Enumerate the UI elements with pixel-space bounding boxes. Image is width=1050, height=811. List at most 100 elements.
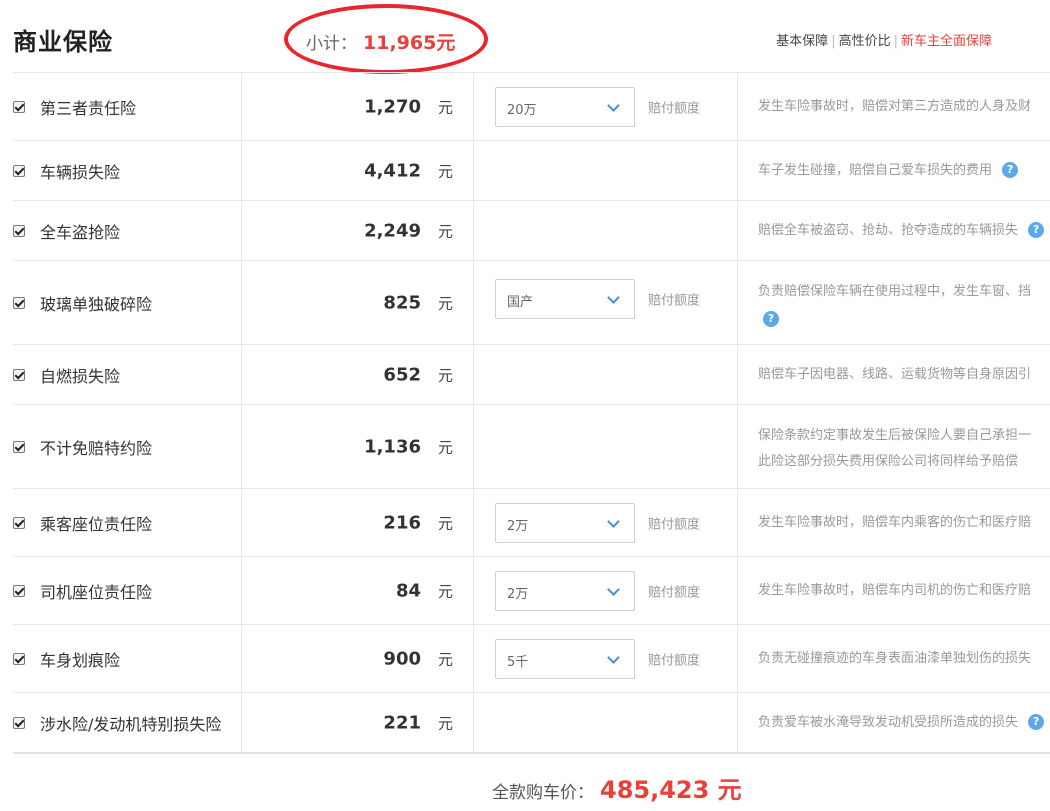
chevron-down-icon xyxy=(607,98,620,112)
grand-total-value: 485,423 元 xyxy=(600,776,742,804)
option-cell: 2万 赔付额度 xyxy=(474,489,738,556)
insurance-price: 84 xyxy=(395,580,421,601)
price-unit: 元 xyxy=(437,582,453,600)
insurance-row-self-ignition: 自燃损失险 652 元 赔偿车子因电器、线路、运载货物等自身原因引 xyxy=(13,345,1050,405)
option-cell xyxy=(474,141,738,200)
description-cell: 赔偿车子因电器、线路、运载货物等自身原因引 xyxy=(738,345,1050,404)
row-checkbox[interactable] xyxy=(13,368,25,381)
price-cell: 221 元 xyxy=(242,693,474,752)
help-icon[interactable]: ? xyxy=(1028,222,1045,238)
insurance-price: 652 xyxy=(383,364,421,385)
insurance-description: 负责无碰撞痕迹的车身表面油漆单独划伤的损失 xyxy=(758,650,1032,666)
insurance-price: 1,270 xyxy=(364,96,421,117)
description-cell: 发生车险事故时，赔偿车内司机的伤亡和医疗赔 xyxy=(738,557,1050,624)
row-checkbox[interactable] xyxy=(13,224,25,237)
row-checkbox[interactable] xyxy=(13,296,25,309)
insurance-price: 1,136 xyxy=(364,436,421,457)
row-checkbox[interactable] xyxy=(13,652,25,665)
insurance-name: 乘客座位责任险 xyxy=(40,514,153,534)
price-unit: 元 xyxy=(437,714,453,732)
price-unit: 元 xyxy=(437,366,453,384)
row-checkbox[interactable] xyxy=(13,440,25,453)
option-cell: 5千 赔付额度 xyxy=(474,625,738,692)
price-cell: 1,270 元 xyxy=(242,73,474,140)
insurance-description: 负责爱车被水淹导致发动机受损所造成的损失 xyxy=(758,714,1019,730)
price-cell: 652 元 xyxy=(242,345,474,404)
page-title: 商业保险 xyxy=(13,28,113,56)
price-unit: 元 xyxy=(437,294,453,312)
insurance-description-wrap: 赔偿全车被盗窃、抢劫、抢夺造成的车辆损失? xyxy=(758,218,1045,244)
insurance-row-third-party: 第三者责任险 1,270 元 20万 赔付额度 发生车险事故时，赔偿对第三方造成… xyxy=(13,73,1050,141)
coverage-label: 赔付额度 xyxy=(648,101,701,116)
insurance-name: 玻璃单独破碎险 xyxy=(40,294,153,314)
coverage-label: 赔付额度 xyxy=(648,517,701,532)
name-cell: 车辆损失险 xyxy=(13,141,242,200)
coverage-select[interactable]: 2万 xyxy=(495,502,635,543)
plan-full-link[interactable]: 新车主全面保障 xyxy=(901,34,992,49)
insurance-row-water-engine: 涉水险/发动机特别损失险 221 元 负责爱车被水淹导致发动机受损所造成的损失? xyxy=(13,693,1050,753)
coverage-label: 赔付额度 xyxy=(648,585,701,600)
row-checkbox[interactable] xyxy=(13,516,25,529)
row-checkbox[interactable] xyxy=(13,716,25,729)
plan-separator: | xyxy=(831,34,836,49)
help-icon[interactable]: ? xyxy=(1002,162,1019,178)
plan-basic-link[interactable]: 基本保障 xyxy=(776,34,828,49)
glass-type-select-value: 国产 xyxy=(507,294,534,310)
name-cell: 玻璃单独破碎险 xyxy=(13,261,242,344)
insurance-row-theft: 全车盗抢险 2,249 元 赔偿全车被盗窃、抢劫、抢夺造成的车辆损失? xyxy=(13,201,1050,261)
coverage-select-value: 2万 xyxy=(507,586,529,602)
grand-total: 全款购车价： 485,423 元 xyxy=(492,770,742,805)
description-cell: 负责无碰撞痕迹的车身表面油漆单独划伤的损失 xyxy=(738,625,1050,692)
name-cell: 第三者责任险 xyxy=(13,73,242,140)
insurance-price: 221 xyxy=(383,712,421,733)
description-cell: 发生车险事故时，赔偿对第三方造成的人身及财 xyxy=(738,73,1050,140)
insurance-name: 全车盗抢险 xyxy=(40,222,121,242)
chevron-down-icon xyxy=(607,582,620,596)
insurance-price: 2,249 xyxy=(364,220,421,241)
insurance-header: 商业保险 小计： 11,965元 基本保障 | 高性价比 | 新车主全面保障 xyxy=(0,0,1050,74)
price-unit: 元 xyxy=(437,222,453,240)
price-unit: 元 xyxy=(437,514,453,532)
name-cell: 涉水险/发动机特别损失险 xyxy=(13,693,242,752)
help-icon[interactable]: ? xyxy=(763,311,779,327)
insurance-row-deductible-waiver: 不计免赔特约险 1,136 元 保险条款约定事故发生后被保险人要自己承担一 此险… xyxy=(13,405,1050,489)
row-checkbox[interactable] xyxy=(13,164,25,177)
insurance-description: 赔偿车子因电器、线路、运载货物等自身原因引 xyxy=(758,366,1032,382)
insurance-description-wrap: 负责赔偿保险车辆在使用过程中，发生车窗、挡 ? xyxy=(758,279,1031,327)
price-cell: 216 元 xyxy=(242,489,474,556)
insurance-description-wrap: 保险条款约定事故发生后被保险人要自己承担一 此险这部分损失费用保险公司将同样给予… xyxy=(758,423,1031,475)
coverage-select-value: 5千 xyxy=(507,654,529,670)
description-cell: 车子发生碰撞，赔偿自己爱车损失的费用? xyxy=(738,141,1050,200)
plan-value-link[interactable]: 高性价比 xyxy=(839,34,891,49)
glass-type-select[interactable]: 国产 xyxy=(495,278,635,319)
option-cell: 国产 赔付额度 xyxy=(474,261,738,344)
price-cell: 2,249 元 xyxy=(242,201,474,260)
option-cell xyxy=(474,693,738,752)
insurance-description-line2: 此险这部分损失费用保险公司将同样给予赔偿 xyxy=(758,454,1019,469)
insurance-row-vehicle-damage: 车辆损失险 4,412 元 车子发生碰撞，赔偿自己爱车损失的费用? xyxy=(13,141,1050,201)
description-cell: 赔偿全车被盗窃、抢劫、抢夺造成的车辆损失? xyxy=(738,201,1050,260)
price-unit: 元 xyxy=(437,162,453,180)
insurance-row-glass: 玻璃单独破碎险 825 元 国产 赔付额度 负责赔偿保险车辆在使用过程中，发生车… xyxy=(13,261,1050,345)
row-checkbox[interactable] xyxy=(13,100,25,113)
insurance-name: 车身划痕险 xyxy=(40,650,121,670)
insurance-row-passenger-seat: 乘客座位责任险 216 元 2万 赔付额度 发生车险事故时，赔偿车内乘客的伤亡和… xyxy=(13,489,1050,557)
insurance-name: 车辆损失险 xyxy=(40,162,121,182)
name-cell: 自燃损失险 xyxy=(13,345,242,404)
price-cell: 84 元 xyxy=(242,557,474,624)
insurance-description: 负责赔偿保险车辆在使用过程中，发生车窗、挡 xyxy=(758,284,1032,299)
row-checkbox[interactable] xyxy=(13,584,25,597)
coverage-select[interactable]: 5千 xyxy=(495,638,635,679)
name-cell: 全车盗抢险 xyxy=(13,201,242,260)
coverage-select-value: 20万 xyxy=(507,102,537,118)
plan-options: 基本保障 | 高性价比 | 新车主全面保障 xyxy=(776,30,992,49)
insurance-table: 第三者责任险 1,270 元 20万 赔付额度 发生车险事故时，赔偿对第三方造成… xyxy=(13,72,1050,753)
chevron-down-icon xyxy=(607,290,620,304)
help-icon[interactable]: ? xyxy=(1028,714,1045,730)
insurance-price: 216 xyxy=(383,512,421,533)
coverage-select[interactable]: 2万 xyxy=(495,570,635,611)
price-cell: 825 元 xyxy=(242,261,474,344)
coverage-select[interactable]: 20万 xyxy=(495,86,635,127)
insurance-description-wrap: 负责爱车被水淹导致发动机受损所造成的损失? xyxy=(758,710,1045,736)
insurance-description: 发生车险事故时，赔偿对第三方造成的人身及财 xyxy=(758,98,1032,114)
